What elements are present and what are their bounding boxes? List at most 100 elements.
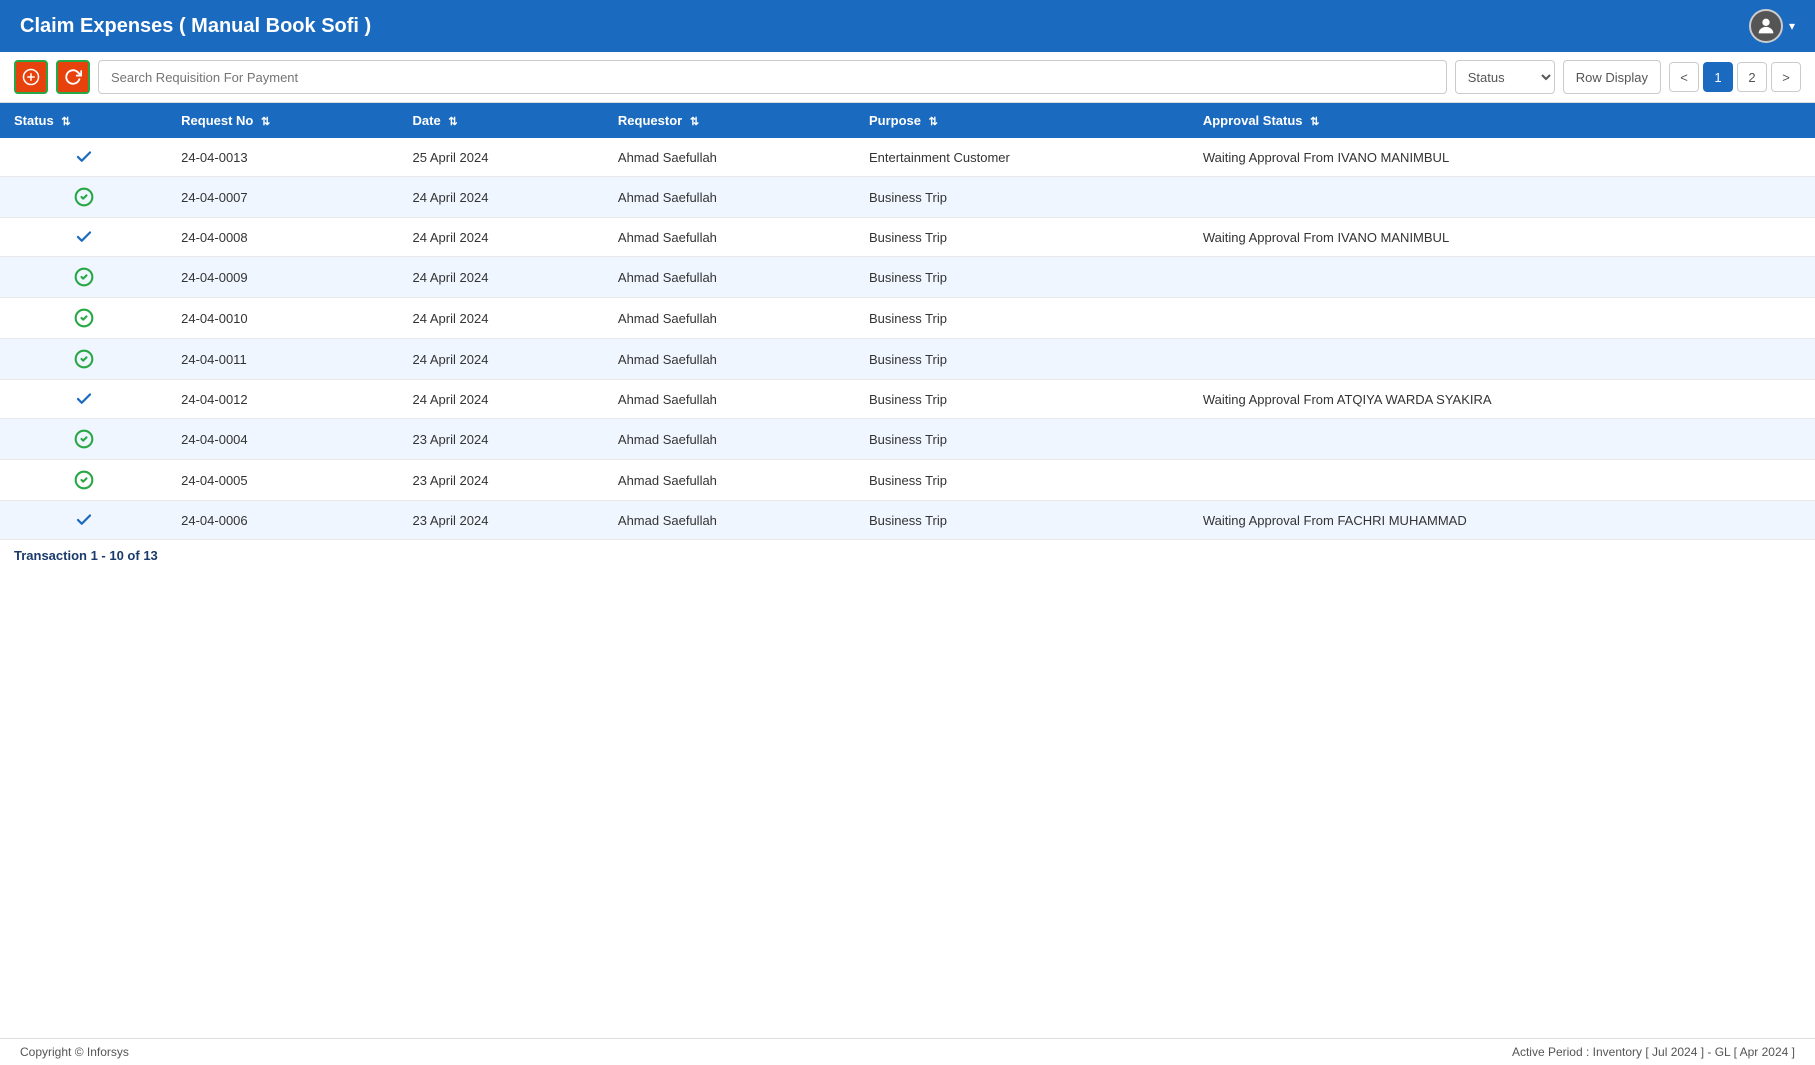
table-row[interactable]: 24-04-001325 April 2024Ahmad SaefullahEn… — [0, 138, 1815, 177]
sort-icon-requestor: ⇅ — [690, 115, 699, 128]
cell-approval-status — [1189, 339, 1815, 380]
page-1-button[interactable]: 1 — [1703, 62, 1733, 92]
cell-request-no: 24-04-0008 — [167, 218, 398, 257]
cell-status — [0, 419, 167, 460]
table-row[interactable]: 24-04-000824 April 2024Ahmad SaefullahBu… — [0, 218, 1815, 257]
cell-date: 24 April 2024 — [399, 339, 604, 380]
cell-status — [0, 218, 167, 257]
cell-requestor: Ahmad Saefullah — [604, 257, 855, 298]
cell-purpose: Business Trip — [855, 339, 1189, 380]
cell-purpose: Business Trip — [855, 218, 1189, 257]
col-approval-status[interactable]: Approval Status ⇅ — [1189, 103, 1815, 138]
cell-date: 23 April 2024 — [399, 460, 604, 501]
cell-requestor: Ahmad Saefullah — [604, 501, 855, 540]
cell-request-no: 24-04-0011 — [167, 339, 398, 380]
cell-status — [0, 380, 167, 419]
cell-date: 24 April 2024 — [399, 257, 604, 298]
cell-approval-status: Waiting Approval From IVANO MANIMBUL — [1189, 218, 1815, 257]
cell-requestor: Ahmad Saefullah — [604, 460, 855, 501]
table-row[interactable]: 24-04-001124 April 2024Ahmad SaefullahBu… — [0, 339, 1815, 380]
cell-status — [0, 257, 167, 298]
cell-approval-status: Waiting Approval From ATQIYA WARDA SYAKI… — [1189, 380, 1815, 419]
cell-requestor: Ahmad Saefullah — [604, 339, 855, 380]
cell-approval-status: Waiting Approval From IVANO MANIMBUL — [1189, 138, 1815, 177]
cell-request-no: 24-04-0013 — [167, 138, 398, 177]
col-date[interactable]: Date ⇅ — [399, 103, 604, 138]
sort-icon-date: ⇅ — [448, 115, 457, 128]
cell-date: 24 April 2024 — [399, 218, 604, 257]
pagination: < 1 2 > — [1669, 62, 1801, 92]
row-display-button[interactable]: Row Display — [1563, 60, 1661, 94]
cell-purpose: Business Trip — [855, 380, 1189, 419]
cell-requestor: Ahmad Saefullah — [604, 419, 855, 460]
user-menu[interactable]: ▾ — [1749, 9, 1795, 43]
table-row[interactable]: 24-04-000423 April 2024Ahmad SaefullahBu… — [0, 419, 1815, 460]
sort-icon-approval: ⇅ — [1310, 115, 1319, 128]
next-page-button[interactable]: > — [1771, 62, 1801, 92]
active-period: Active Period : Inventory [ Jul 2024 ] -… — [1512, 1045, 1795, 1059]
table-container: Status ⇅ Request No ⇅ Date ⇅ Requestor ⇅… — [0, 103, 1815, 1038]
cell-status — [0, 138, 167, 177]
cell-date: 23 April 2024 — [399, 501, 604, 540]
cell-requestor: Ahmad Saefullah — [604, 218, 855, 257]
cell-status — [0, 339, 167, 380]
cell-purpose: Business Trip — [855, 460, 1189, 501]
cell-status — [0, 460, 167, 501]
chevron-down-icon: ▾ — [1789, 19, 1795, 33]
cell-request-no: 24-04-0006 — [167, 501, 398, 540]
add-button[interactable] — [14, 60, 48, 94]
cell-requestor: Ahmad Saefullah — [604, 138, 855, 177]
copyright: Copyright © Inforsys — [20, 1045, 129, 1059]
prev-page-button[interactable]: < — [1669, 62, 1699, 92]
cell-requestor: Ahmad Saefullah — [604, 380, 855, 419]
cell-requestor: Ahmad Saefullah — [604, 177, 855, 218]
cell-request-no: 24-04-0012 — [167, 380, 398, 419]
cell-request-no: 24-04-0005 — [167, 460, 398, 501]
page-2-button[interactable]: 2 — [1737, 62, 1767, 92]
cell-status — [0, 177, 167, 218]
cell-approval-status: Waiting Approval From FACHRI MUHAMMAD — [1189, 501, 1815, 540]
cell-request-no: 24-04-0004 — [167, 419, 398, 460]
sort-icon-status: ⇅ — [61, 115, 70, 128]
page-title: Claim Expenses ( Manual Book Sofi ) — [20, 15, 371, 38]
col-purpose[interactable]: Purpose ⇅ — [855, 103, 1189, 138]
cell-request-no: 24-04-0007 — [167, 177, 398, 218]
cell-purpose: Entertainment Customer — [855, 138, 1189, 177]
cell-purpose: Business Trip — [855, 177, 1189, 218]
table-header-row: Status ⇅ Request No ⇅ Date ⇅ Requestor ⇅… — [0, 103, 1815, 138]
cell-approval-status — [1189, 298, 1815, 339]
footer-bar: Copyright © Inforsys Active Period : Inv… — [0, 1038, 1815, 1065]
cell-purpose: Business Trip — [855, 501, 1189, 540]
table-row[interactable]: 24-04-000523 April 2024Ahmad SaefullahBu… — [0, 460, 1815, 501]
cell-approval-status — [1189, 460, 1815, 501]
table-row[interactable]: 24-04-001224 April 2024Ahmad SaefullahBu… — [0, 380, 1815, 419]
sort-icon-purpose: ⇅ — [929, 115, 938, 128]
table-body: 24-04-001325 April 2024Ahmad SaefullahEn… — [0, 138, 1815, 540]
cell-requestor: Ahmad Saefullah — [604, 298, 855, 339]
cell-date: 23 April 2024 — [399, 419, 604, 460]
cell-purpose: Business Trip — [855, 298, 1189, 339]
cell-request-no: 24-04-0009 — [167, 257, 398, 298]
table-row[interactable]: 24-04-000623 April 2024Ahmad SaefullahBu… — [0, 501, 1815, 540]
table-row[interactable]: 24-04-000924 April 2024Ahmad SaefullahBu… — [0, 257, 1815, 298]
cell-request-no: 24-04-0010 — [167, 298, 398, 339]
col-status[interactable]: Status ⇅ — [0, 103, 167, 138]
cell-approval-status — [1189, 177, 1815, 218]
cell-date: 24 April 2024 — [399, 380, 604, 419]
status-select[interactable]: Status All Pending Approved Rejected — [1455, 60, 1555, 94]
top-header: Claim Expenses ( Manual Book Sofi ) ▾ — [0, 0, 1815, 52]
transaction-info: Transaction 1 - 10 of 13 — [0, 540, 1815, 571]
search-input[interactable] — [98, 60, 1447, 94]
cell-purpose: Business Trip — [855, 257, 1189, 298]
refresh-button[interactable] — [56, 60, 90, 94]
cell-approval-status — [1189, 257, 1815, 298]
table-row[interactable]: 24-04-000724 April 2024Ahmad SaefullahBu… — [0, 177, 1815, 218]
cell-date: 25 April 2024 — [399, 138, 604, 177]
sort-icon-request: ⇅ — [261, 115, 270, 128]
toolbar: Status All Pending Approved Rejected Row… — [0, 52, 1815, 103]
cell-purpose: Business Trip — [855, 419, 1189, 460]
col-request-no[interactable]: Request No ⇅ — [167, 103, 398, 138]
cell-status — [0, 298, 167, 339]
col-requestor[interactable]: Requestor ⇅ — [604, 103, 855, 138]
table-row[interactable]: 24-04-001024 April 2024Ahmad SaefullahBu… — [0, 298, 1815, 339]
